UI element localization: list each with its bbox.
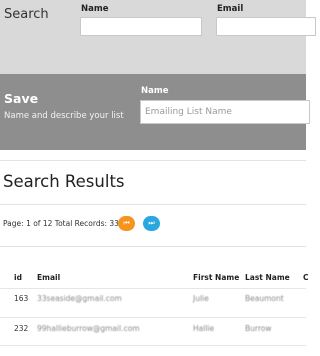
table-cell-first-name: Julie [193,294,209,303]
first-page-button[interactable]: ⏮ [118,216,135,231]
search-name-label: Name [81,4,109,14]
table-cell-last-name: Burrow [245,324,272,333]
search-email-input[interactable] [216,17,316,36]
table-cell-email[interactable]: 33seaside@gmail.com [37,294,122,303]
pager-summary: Page: 1 of 12 Total Records: 335 [3,219,124,228]
list-name-input[interactable] [140,100,310,124]
section-divider [0,204,306,205]
table-row-rule [0,345,306,346]
search-heading: Search [4,7,49,22]
table-cell-id: 232 [14,324,29,333]
column-header-last-name[interactable]: Last Name [245,273,290,282]
save-description: Name and describe your list [4,111,124,121]
table-cell-email[interactable]: 99hallieburrow@gmail.com [37,324,140,333]
search-name-input[interactable] [80,17,202,36]
skip-forward-icon: ⏭ [148,219,155,227]
skip-back-icon: ⏮ [123,219,130,227]
table-cell-last-name: Beaumont [245,294,284,303]
column-header-first-name[interactable]: First Name [193,273,239,282]
results-heading: Search Results [3,172,125,191]
save-name-label: Name [141,86,169,96]
section-divider [0,160,306,161]
last-page-button[interactable]: ⏭ [143,216,160,231]
table-row-rule [0,317,306,318]
table-header-rule [0,288,306,289]
section-divider [0,246,306,247]
table-cell-first-name: Hallie [193,324,215,333]
search-email-label: Email [217,4,244,14]
column-header-email[interactable]: Email [37,273,60,282]
save-heading: Save [4,91,39,106]
column-header-extra[interactable]: C [303,273,309,282]
column-header-id[interactable]: id [14,273,22,282]
table-cell-id: 163 [14,294,29,303]
